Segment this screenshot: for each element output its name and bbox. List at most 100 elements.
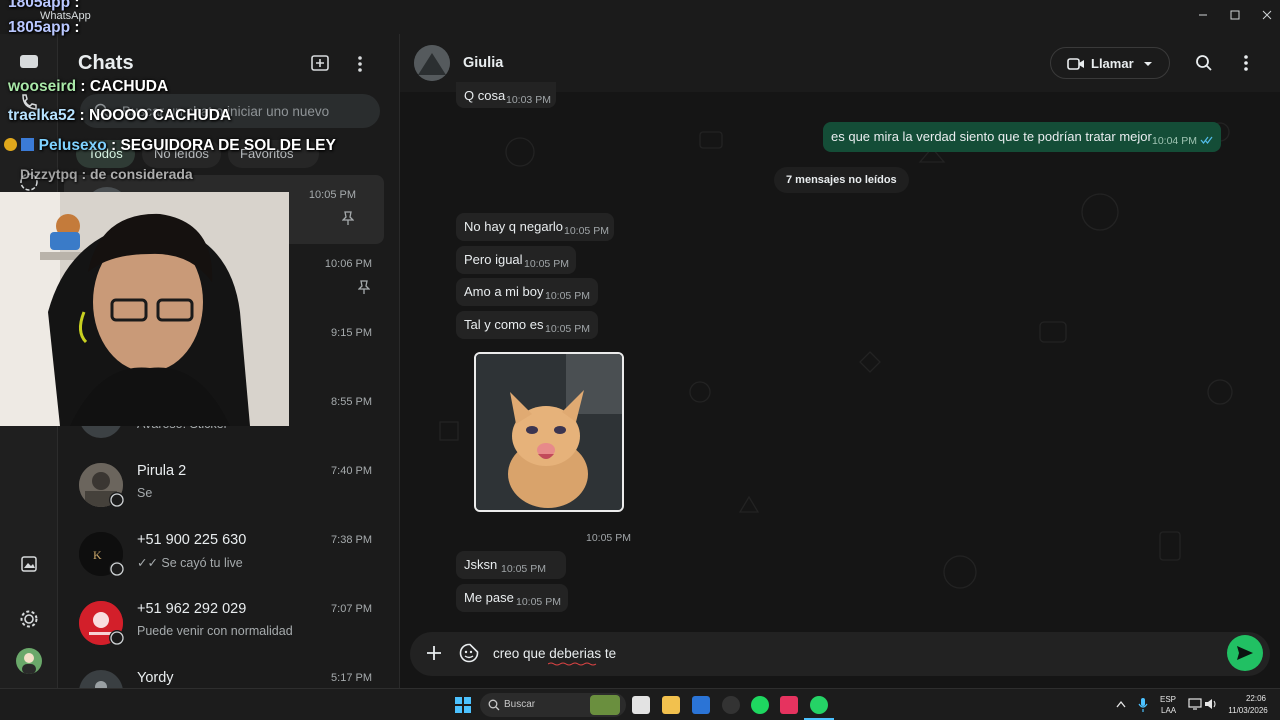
chat-row[interactable]: Pirula 2 Se 7:40 PM	[58, 451, 400, 520]
message-bubble[interactable]: Pero igual 10:05 PM	[456, 246, 576, 274]
message-time: 10:05 PM	[545, 323, 590, 335]
taskbar: Buscar ESP LAA 22:06 11/03/2026	[0, 688, 1280, 720]
stream-chat-message: traelka52 : NOOOO CACHUDA	[8, 107, 231, 125]
message-bubble[interactable]: Q cosa 10:03 PM	[456, 82, 556, 108]
stream-chat-user: traelka52	[8, 107, 76, 124]
microphone-icon[interactable]	[1138, 697, 1148, 713]
taskbar-search-label: Buscar	[504, 699, 536, 710]
stream-chat-user: wooseird	[8, 78, 77, 95]
chat-name: +51 962 292 029	[137, 601, 247, 617]
status-ring-icon	[109, 630, 125, 646]
message-bubble[interactable]: Tal y como es 10:05 PM	[456, 311, 598, 339]
stream-chat-text: : SEGUIDORA DE SOL DE LEY	[111, 137, 336, 154]
clock-date: 11/03/2026	[1228, 706, 1268, 715]
store-icon[interactable]	[692, 696, 710, 714]
profile-avatar[interactable]	[16, 648, 42, 674]
message-time: 10:05 PM	[516, 596, 561, 608]
chats-icon[interactable]	[18, 52, 40, 72]
network-icon[interactable]	[1188, 697, 1202, 711]
message-composer: creo que deberias te	[410, 632, 1270, 676]
send-icon	[1236, 645, 1254, 661]
webcam-overlay	[0, 192, 289, 426]
call-label: Llamar	[1091, 56, 1134, 71]
chat-row[interactable]: K +51 900 225 630 ✓✓ Se cayó tu live 7:3…	[58, 520, 400, 589]
chat-last-message: ✓✓ Se cayó tu live	[137, 556, 243, 570]
new-chat-icon[interactable]	[310, 54, 332, 74]
message-bubble[interactable]: Jsksn 10:05 PM	[456, 551, 566, 579]
unread-divider: 7 mensajes no leídos	[774, 167, 909, 193]
chat-time: 8:55 PM	[331, 396, 372, 408]
stream-chat-text: :	[74, 0, 80, 11]
settings-icon[interactable]	[19, 609, 39, 629]
svg-text:K: K	[93, 548, 102, 562]
chat-last-message: Puede venir con normalidad	[137, 624, 293, 638]
media-icon[interactable]	[19, 554, 39, 574]
sticker-icon[interactable]	[459, 643, 479, 663]
message-bubble[interactable]: Amo a mi boy 10:05 PM	[456, 278, 598, 306]
conversation-menu-icon[interactable]	[1242, 54, 1250, 72]
status-ring-icon	[109, 561, 125, 577]
chat-time: 10:05 PM	[308, 189, 356, 201]
chevron-down-icon	[1143, 61, 1153, 67]
chat-row[interactable]: Yordy 5:17 PM	[58, 658, 400, 688]
volume-icon[interactable]	[1204, 697, 1218, 711]
windows-start-icon[interactable]	[455, 697, 471, 713]
chat-row[interactable]: +51 962 292 029 Puede venir con normalid…	[58, 589, 400, 658]
minimize-button[interactable]	[1190, 4, 1216, 26]
whatsapp-icon[interactable]	[810, 696, 828, 714]
clock-time[interactable]: 22:06	[1236, 694, 1276, 703]
stream-chat-message: 1805app :	[8, 0, 80, 12]
chat-name: Pirula 2	[137, 463, 187, 479]
message-bubble[interactable]: es que mira la verdad siento que te podr…	[823, 122, 1221, 152]
stream-chat-message: Dizzytpq : de considerada	[20, 166, 193, 182]
message-bubble[interactable]: No hay q negarlo 10:05 PM	[456, 213, 614, 241]
chat-time: 7:40 PM	[331, 465, 372, 477]
message-text: Pero igual	[464, 252, 523, 267]
task-view-icon[interactable]	[632, 696, 650, 714]
search-highlight-icon	[590, 695, 620, 715]
message-input[interactable]: creo que deberias te	[493, 646, 616, 661]
call-button[interactable]: Llamar	[1050, 47, 1170, 79]
streamer-webcam	[0, 192, 289, 426]
stream-chat-text: : CACHUDA	[80, 78, 169, 95]
maximize-button[interactable]	[1222, 4, 1248, 26]
message-text: No hay q negarlo	[464, 219, 564, 234]
message-text: Amo a mi boy	[464, 284, 544, 299]
stream-chat-text: : de considerada	[81, 166, 193, 182]
spotify-icon[interactable]	[751, 696, 769, 714]
search-icon[interactable]	[1195, 54, 1213, 72]
taskbar-search[interactable]: Buscar	[480, 693, 626, 717]
contact-avatar[interactable]	[414, 45, 450, 81]
attach-plus-icon[interactable]	[426, 645, 442, 661]
menu-icon[interactable]	[356, 54, 364, 74]
sub-badge-icon	[21, 138, 35, 151]
message-bubble[interactable]: Me pase 10:05 PM	[456, 584, 568, 612]
file-explorer-icon[interactable]	[662, 696, 680, 714]
chat-time: 5:17 PM	[331, 672, 372, 684]
stream-chat-user: 1805app	[8, 19, 71, 36]
pin-icon	[342, 211, 354, 225]
image-message[interactable]	[474, 352, 624, 512]
message-time: 10:05 PM	[524, 258, 569, 270]
stream-chat-user: Dizzytpq	[20, 166, 78, 182]
contact-name[interactable]: Giulia	[463, 55, 503, 71]
tiktok-icon[interactable]	[780, 696, 798, 714]
app-icon[interactable]	[722, 696, 740, 714]
chat-time: 10:06 PM	[324, 258, 372, 270]
panel-title: Chats	[78, 52, 134, 74]
chat-last-message: Se	[137, 486, 153, 500]
message-text: Tal y como es	[464, 317, 544, 332]
chat-time: 9:15 PM	[331, 327, 372, 339]
kitten-photo	[476, 354, 622, 510]
title-bar: WhatsApp	[0, 0, 1280, 34]
stream-chat-message: wooseird : CACHUDA	[8, 78, 168, 96]
read-receipt-icon	[1200, 136, 1214, 144]
stream-chat-message: Pelusexo : SEGUIDORA DE SOL DE LEY	[4, 137, 336, 155]
send-button[interactable]	[1227, 635, 1263, 671]
message-text: Q cosa	[464, 88, 506, 103]
close-button[interactable]	[1254, 4, 1280, 26]
keyboard-language[interactable]: ESP	[1160, 695, 1176, 704]
conversation-panel: Giulia Llamar Q cosa 10:03 PM es que mir…	[400, 34, 1280, 688]
avatar	[79, 670, 123, 688]
tray-chevron-icon[interactable]	[1116, 700, 1126, 708]
